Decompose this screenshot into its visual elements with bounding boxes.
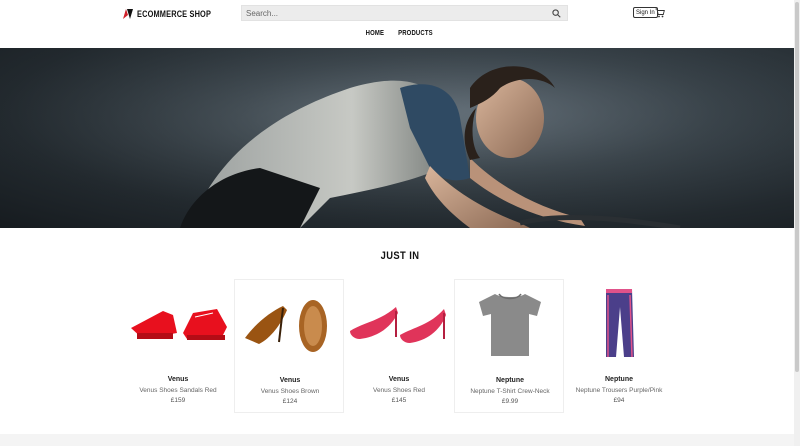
product-card[interactable]: Neptune Neptune T-Shirt Crew-Neck £9.99 bbox=[454, 279, 564, 413]
cart-icon[interactable] bbox=[655, 8, 665, 18]
search-bar bbox=[241, 5, 568, 21]
purple-trousers-icon bbox=[606, 289, 634, 358]
hero-banner bbox=[0, 48, 800, 228]
product-list: Venus Venus Shoes Sandals Red £159 Venus… bbox=[123, 279, 675, 413]
nav-home-link[interactable]: HOME bbox=[365, 30, 384, 42]
site-logo[interactable]: ECOMMERCE SHOP bbox=[123, 8, 227, 20]
hero-cyclist-image bbox=[0, 48, 800, 228]
red-sandals-icon bbox=[131, 309, 227, 340]
main-nav: HOME PRODUCTS bbox=[0, 30, 800, 42]
product-price: £145 bbox=[391, 397, 407, 404]
search-icon[interactable] bbox=[552, 9, 561, 18]
scrollbar-thumb[interactable] bbox=[795, 2, 799, 372]
logo-icon bbox=[123, 9, 133, 19]
product-brand: Venus bbox=[279, 377, 301, 384]
product-brand: Venus bbox=[388, 376, 410, 383]
product-brand: Neptune bbox=[605, 376, 633, 383]
product-name[interactable]: Venus Shoes Brown bbox=[235, 388, 345, 395]
sign-in-button[interactable]: Sign In bbox=[633, 7, 658, 18]
product-name[interactable]: Neptune Trousers Purple/Pink bbox=[564, 387, 674, 394]
product-price: £9.99 bbox=[501, 398, 519, 405]
product-price: £124 bbox=[282, 398, 298, 405]
product-price: £159 bbox=[170, 397, 186, 404]
red-heels-icon bbox=[350, 307, 446, 343]
footer-strip bbox=[0, 434, 800, 446]
product-price: £94 bbox=[613, 397, 625, 404]
search-input[interactable] bbox=[242, 7, 548, 19]
product-brand: Venus bbox=[167, 376, 189, 383]
product-card[interactable]: Venus Venus Shoes Brown £124 bbox=[234, 279, 344, 413]
logo-text: ECOMMERCE SHOP bbox=[137, 9, 212, 19]
just-in-heading: JUST IN bbox=[380, 250, 420, 262]
product-name[interactable]: Venus Shoes Red bbox=[344, 387, 454, 394]
page-scrollbar[interactable] bbox=[794, 0, 800, 446]
product-brand: Neptune bbox=[496, 377, 524, 384]
site-header: ECOMMERCE SHOP Sign In HOME PRODUCTS bbox=[0, 0, 800, 49]
product-name[interactable]: Venus Shoes Sandals Red bbox=[123, 387, 233, 394]
product-card[interactable]: Venus Venus Shoes Red £145 bbox=[344, 279, 454, 413]
product-card[interactable]: Neptune Neptune Trousers Purple/Pink £94 bbox=[564, 279, 674, 413]
brown-heels-icon bbox=[245, 300, 327, 352]
grey-tshirt-icon bbox=[479, 293, 541, 356]
product-name[interactable]: Neptune T-Shirt Crew-Neck bbox=[455, 388, 565, 395]
product-card[interactable]: Venus Venus Shoes Sandals Red £159 bbox=[123, 279, 233, 413]
nav-products-link[interactable]: PRODUCTS bbox=[399, 30, 434, 42]
